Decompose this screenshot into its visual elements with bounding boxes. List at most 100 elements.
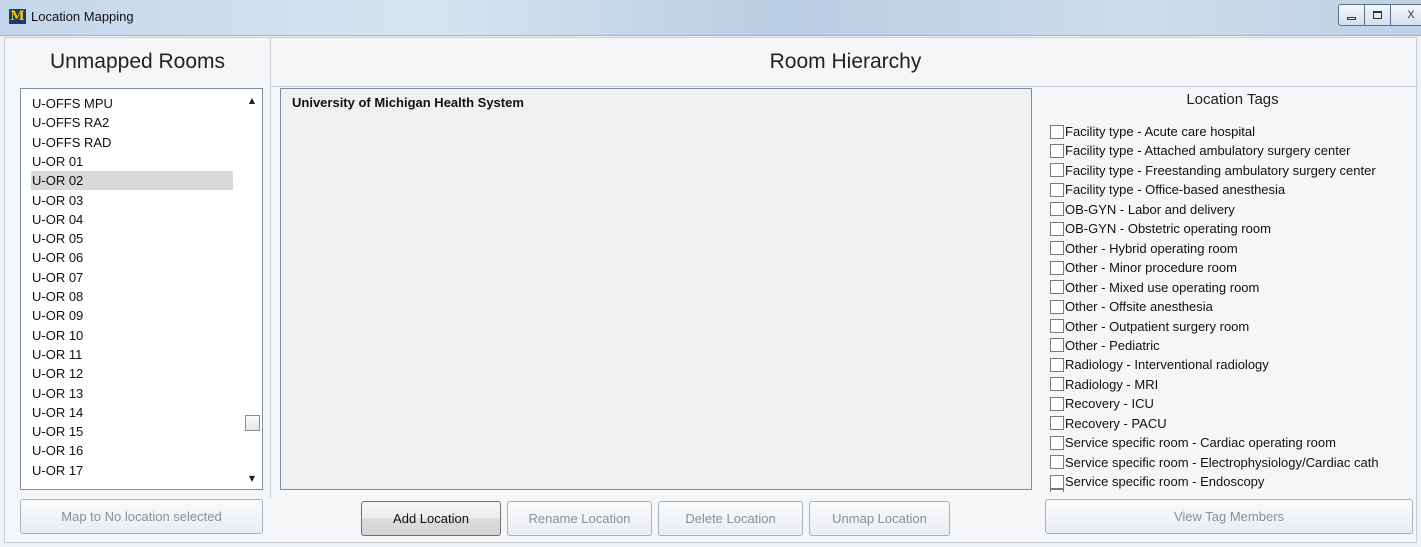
tag-label: Radiology - MRI bbox=[1065, 376, 1159, 392]
unmapped-rooms-header: Unmapped Rooms bbox=[49, 50, 226, 73]
tag-checkbox[interactable] bbox=[1050, 357, 1064, 372]
map-location-button[interactable]: Map to No location selected bbox=[20, 499, 263, 534]
room-list-item[interactable]: U-OFFS MPU bbox=[31, 94, 233, 113]
room-list-item[interactable]: U-OR 02 bbox=[31, 171, 233, 191]
tag-label: Other - Mixed use operating room bbox=[1065, 279, 1260, 295]
tag-checkbox[interactable] bbox=[1050, 241, 1064, 256]
tag-item[interactable]: Radiology - MRI bbox=[1050, 375, 1158, 394]
close-button[interactable]: X bbox=[1390, 4, 1421, 26]
unmapped-rooms-list[interactable]: U-OFFS MPU U-OFFS RA2 U-OFFS RAD U-OR 01 U-O… bbox=[20, 88, 263, 490]
tag-item[interactable]: Service specific room - Cardiac operatin… bbox=[1050, 433, 1336, 452]
tag-item[interactable]: Other - Minor procedure room bbox=[1050, 258, 1237, 277]
room-list-item[interactable]: U-OFFS RAD bbox=[31, 133, 233, 152]
app-logo-icon: M bbox=[9, 9, 26, 24]
tag-item[interactable]: OB-GYN - Labor and delivery bbox=[1050, 200, 1235, 219]
room-list-item[interactable]: U-OR 06 bbox=[31, 248, 233, 267]
tag-item[interactable]: Service specific room - Electrophysiolog… bbox=[1050, 453, 1379, 472]
tag-item[interactable]: Facility type - Freestanding ambulatory … bbox=[1050, 161, 1376, 180]
tag-item[interactable]: Recovery - ICU bbox=[1050, 394, 1154, 413]
tag-item[interactable]: Other - Offsite anesthesia bbox=[1050, 297, 1213, 316]
maximize-button[interactable] bbox=[1364, 4, 1390, 26]
scroll-down-arrow-icon[interactable]: ▼ bbox=[242, 469, 262, 487]
tag-checkbox[interactable] bbox=[1050, 143, 1064, 158]
column-divider bbox=[270, 38, 271, 498]
tag-label: Service specific room - Endoscopy bbox=[1065, 474, 1265, 490]
tree-root-node[interactable]: University of Michigan Health System bbox=[292, 95, 524, 110]
tag-checkbox[interactable] bbox=[1050, 163, 1064, 178]
tag-checkbox[interactable] bbox=[1050, 260, 1064, 275]
delete-location-button[interactable]: Delete Location bbox=[658, 501, 803, 536]
room-list-item[interactable]: U-OR 15 bbox=[31, 422, 233, 441]
tag-label: OB-GYN - Labor and delivery bbox=[1065, 201, 1235, 217]
room-hierarchy-tree[interactable]: University of Michigan Health System bbox=[280, 88, 1032, 490]
tag-item[interactable]: Other - Mixed use operating room bbox=[1050, 278, 1259, 297]
tag-checkbox[interactable] bbox=[1050, 202, 1064, 217]
room-list-item[interactable]: U-OFFS RA2 bbox=[31, 113, 233, 132]
tag-checkbox[interactable] bbox=[1050, 221, 1064, 236]
tag-checkbox[interactable] bbox=[1050, 182, 1064, 197]
room-list-item[interactable]: U-OR 14 bbox=[31, 403, 233, 422]
tag-label: Facility type - Acute care hospital bbox=[1065, 124, 1256, 139]
title-bar[interactable]: M Location Mapping X bbox=[0, 0, 1421, 36]
header-divider bbox=[270, 86, 1418, 87]
tag-checkbox[interactable] bbox=[1050, 455, 1064, 470]
tag-label: Recovery - PACU bbox=[1065, 415, 1167, 431]
scroll-up-arrow-icon[interactable]: ▲ bbox=[242, 91, 262, 109]
location-tags-list: Facility type - Acute care hospital Facil… bbox=[1050, 122, 1416, 492]
tag-item[interactable]: Other - Hybrid operating room bbox=[1050, 239, 1238, 258]
tag-checkbox[interactable] bbox=[1050, 319, 1064, 333]
room-list-item[interactable]: U-OR 09 bbox=[31, 306, 233, 325]
location-tags-title: Location Tags bbox=[1186, 91, 1279, 108]
tag-item[interactable]: Service specific room - Endoscopy bbox=[1050, 472, 1264, 491]
tag-checkbox[interactable] bbox=[1050, 338, 1064, 353]
tag-label: Facility type - Attached ambulatory surg… bbox=[1065, 143, 1351, 159]
tag-label: Radiology - Interventional radiology bbox=[1065, 357, 1269, 373]
tag-item[interactable]: Facility type - Attached ambulatory surg… bbox=[1050, 141, 1350, 160]
room-list-scrollbar[interactable]: ▲ ▼ bbox=[242, 89, 262, 489]
room-list-item[interactable]: U-OR 12 bbox=[31, 364, 233, 383]
room-list-item[interactable]: U-OR 03 bbox=[31, 191, 233, 210]
tag-label: Other - Minor procedure room bbox=[1065, 260, 1237, 276]
room-list-item[interactable]: U-OR 10 bbox=[31, 326, 233, 345]
tag-label: Other - Hybrid operating room bbox=[1065, 240, 1238, 256]
tag-checkbox[interactable] bbox=[1050, 280, 1064, 295]
tag-label: Recovery - ICU bbox=[1065, 396, 1154, 412]
tag-checkbox[interactable] bbox=[1050, 416, 1064, 431]
tag-item[interactable]: Other - Pediatric bbox=[1050, 336, 1160, 355]
tag-item[interactable]: Other - Outpatient surgery room bbox=[1050, 317, 1249, 336]
tag-checkbox[interactable] bbox=[1050, 377, 1064, 392]
room-list-item[interactable]: U-OR 07 bbox=[31, 268, 233, 287]
tag-item[interactable]: Facility type - Office-based anesthesia bbox=[1050, 180, 1285, 199]
tag-checkbox[interactable] bbox=[1050, 474, 1064, 489]
room-list-item[interactable]: U-OR 11 bbox=[31, 345, 233, 364]
tag-label: Facility type - Freestanding ambulatory … bbox=[1065, 162, 1376, 178]
tag-item[interactable]: Recovery - PACU bbox=[1050, 414, 1167, 433]
room-list-item[interactable]: U-OR 16 bbox=[31, 441, 233, 460]
room-list-item[interactable]: U-OR 01 bbox=[31, 152, 233, 171]
tag-checkbox[interactable] bbox=[1050, 435, 1064, 450]
tag-label: Service specific room - Cardiac operatin… bbox=[1065, 435, 1336, 451]
scroll-thumb[interactable] bbox=[245, 415, 260, 431]
add-location-button[interactable]: Add Location bbox=[361, 501, 501, 536]
tag-checkbox[interactable] bbox=[1050, 299, 1064, 314]
minimize-button[interactable] bbox=[1338, 4, 1364, 26]
room-list-item[interactable]: U-OR 05 bbox=[31, 229, 233, 248]
tag-item[interactable]: Facility type - Acute care hospital bbox=[1050, 122, 1255, 141]
rename-location-button[interactable]: Rename Location bbox=[507, 501, 652, 536]
main-panel: Unmapped Rooms Room Hierarchy U-OFFS MPU… bbox=[4, 37, 1418, 543]
unmap-location-button[interactable]: Unmap Location bbox=[809, 501, 950, 536]
view-tag-members-button[interactable]: View Tag Members bbox=[1045, 499, 1413, 534]
minimize-icon bbox=[1347, 16, 1356, 20]
room-list-item[interactable]: U-OR 17 bbox=[31, 461, 233, 480]
close-icon: X bbox=[1407, 9, 1415, 21]
window-title: Location Mapping bbox=[31, 9, 134, 24]
room-list-item[interactable]: U-OR 08 bbox=[31, 287, 233, 306]
tag-item[interactable]: OB-GYN - Obstetric operating room bbox=[1050, 219, 1271, 238]
room-list-item[interactable]: U-OR 13 bbox=[31, 384, 233, 403]
tag-label: Other - Offsite anesthesia bbox=[1065, 299, 1213, 315]
tag-checkbox[interactable] bbox=[1050, 396, 1064, 411]
tag-checkbox[interactable] bbox=[1050, 124, 1064, 139]
tag-item[interactable]: Radiology - Interventional radiology bbox=[1050, 355, 1269, 374]
tag-label: Service specific room - Electrophysiolog… bbox=[1065, 454, 1379, 470]
room-list-item[interactable]: U-OR 04 bbox=[31, 210, 233, 229]
